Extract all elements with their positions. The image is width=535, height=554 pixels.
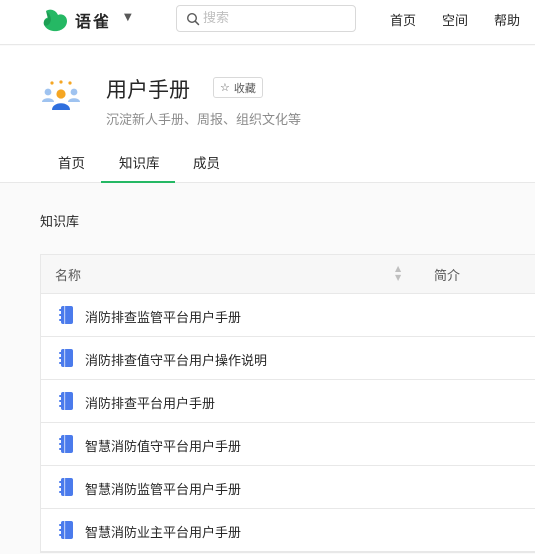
table-row[interactable]: 智慧消防值守平台用户手册 bbox=[41, 423, 535, 466]
book-icon bbox=[59, 478, 73, 496]
sort-icon[interactable]: ▲ ▼ bbox=[395, 264, 401, 282]
table-row[interactable]: 智慧消防业主平台用户手册 bbox=[41, 509, 535, 552]
book-title[interactable]: 智慧消防业主平台用户手册 bbox=[85, 522, 241, 541]
tab-knowledge-base[interactable]: 知识库 bbox=[119, 152, 160, 172]
book-title[interactable]: 消防排查值守平台用户操作说明 bbox=[85, 350, 267, 369]
book-icon bbox=[59, 435, 73, 453]
column-header-name[interactable]: 名称 bbox=[55, 265, 81, 284]
book-icon bbox=[59, 521, 73, 539]
search-input[interactable] bbox=[203, 11, 343, 26]
nav-help[interactable]: 帮助 bbox=[494, 10, 520, 29]
column-header-intro: 简介 bbox=[434, 269, 461, 284]
nav-space[interactable]: 空间 bbox=[442, 10, 468, 29]
top-navbar: 语雀 ▼ 首页 空间 帮助 bbox=[0, 0, 535, 45]
chevron-down-icon[interactable]: ▼ bbox=[124, 12, 132, 23]
yuque-bird-icon bbox=[43, 9, 67, 32]
book-icon bbox=[59, 349, 73, 367]
tab-home[interactable]: 首页 bbox=[58, 152, 85, 172]
table-row[interactable]: 消防排查值守平台用户操作说明 bbox=[41, 337, 535, 380]
active-tab-indicator bbox=[101, 181, 175, 183]
knowledge-base-table: 名称 ▲ ▼ 简介 消防排查监管平台用户手册 消防排查值守平台用户操作说明 消防排… bbox=[40, 254, 535, 553]
book-title[interactable]: 消防排查监管平台用户手册 bbox=[85, 307, 241, 326]
book-title[interactable]: 消防排查平台用户手册 bbox=[85, 393, 215, 412]
book-icon bbox=[59, 392, 73, 410]
book-title[interactable]: 智慧消防监管平台用户手册 bbox=[85, 479, 241, 498]
tab-members[interactable]: 成员 bbox=[193, 152, 220, 172]
page-description: 沉淀新人手册、周报、组织文化等 bbox=[106, 113, 302, 128]
table-row[interactable]: 消防排查监管平台用户手册 bbox=[41, 294, 535, 337]
search-box[interactable] bbox=[176, 5, 356, 32]
star-icon: ☆ bbox=[220, 81, 230, 94]
nav-home[interactable]: 首页 bbox=[390, 10, 416, 29]
section-title: 知识库 bbox=[40, 215, 80, 230]
favorite-label: 收藏 bbox=[233, 81, 256, 95]
app-name: 语雀 bbox=[75, 12, 112, 31]
logo[interactable]: 语雀 bbox=[40, 5, 111, 35]
favorite-button[interactable]: ☆ 收藏 bbox=[213, 77, 263, 98]
team-avatar-icon bbox=[42, 80, 80, 110]
search-icon bbox=[186, 12, 200, 25]
book-icon bbox=[59, 306, 73, 324]
table-row[interactable]: 智慧消防监管平台用户手册 bbox=[41, 466, 535, 509]
table-header: 名称 ▲ ▼ 简介 bbox=[41, 255, 535, 294]
table-row[interactable]: 消防排查平台用户手册 bbox=[41, 380, 535, 423]
book-header: 用户手册 ☆ 收藏 沉淀新人手册、周报、组织文化等 首页 知识库 成员 bbox=[0, 46, 535, 183]
page-title: 用户手册 bbox=[106, 78, 190, 102]
book-title[interactable]: 智慧消防值守平台用户手册 bbox=[85, 436, 241, 455]
